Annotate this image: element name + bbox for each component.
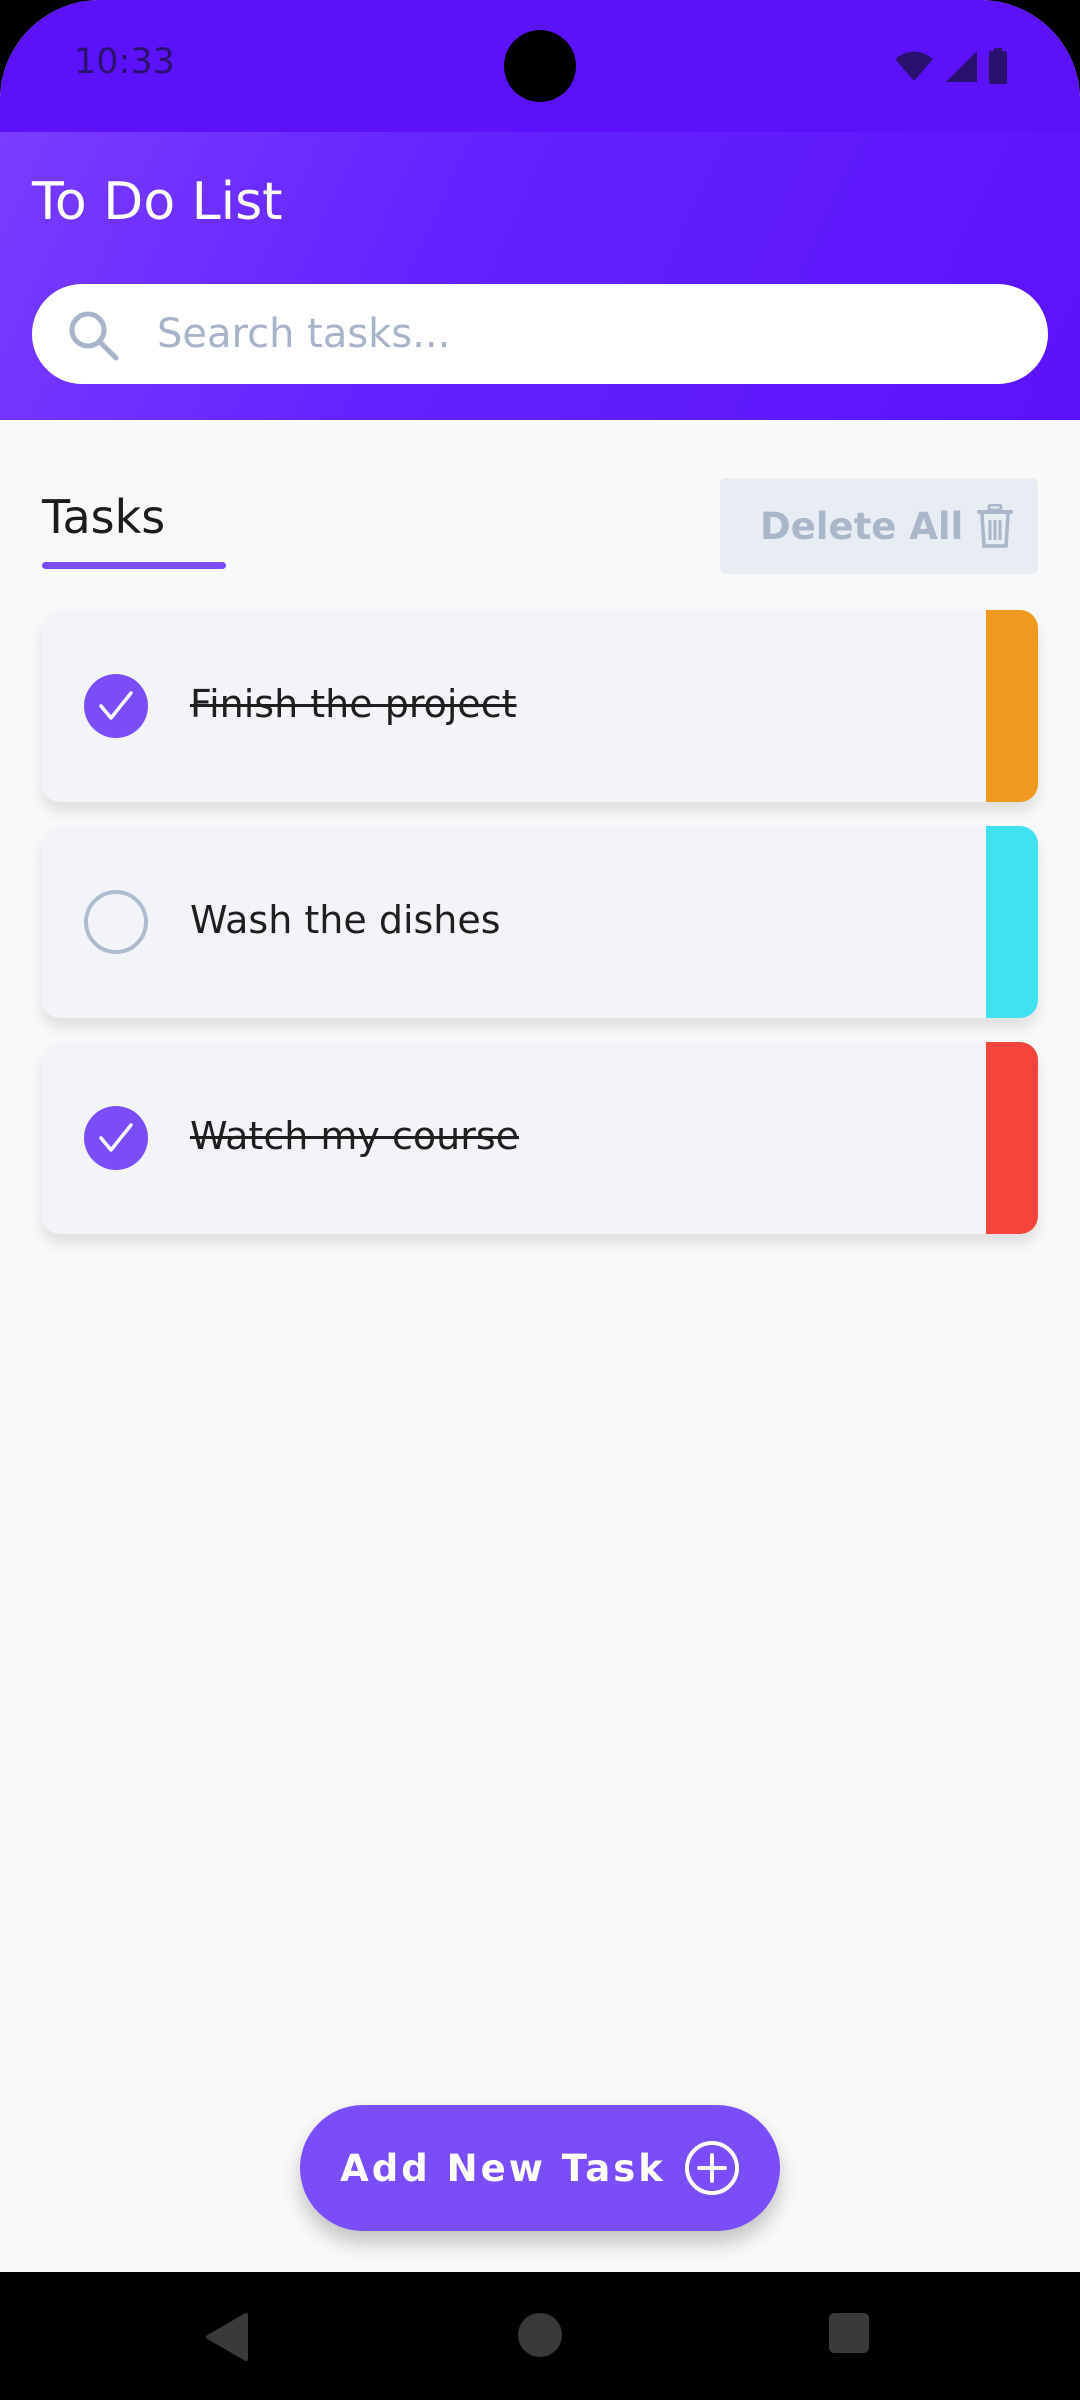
camera-cutout (504, 30, 576, 102)
task-item[interactable]: Watch my course (42, 1042, 1038, 1234)
task-list: Finish the project Wash the dishes Watch… (42, 610, 1038, 1258)
back-icon[interactable] (204, 2312, 250, 2362)
recents-icon[interactable] (828, 2312, 870, 2354)
home-icon[interactable] (517, 2312, 563, 2358)
search-bar[interactable] (32, 284, 1048, 384)
status-time: 10:33 (74, 42, 175, 82)
priority-indicator (986, 826, 1038, 1018)
plus-circle-icon (684, 2141, 739, 2195)
task-checkbox[interactable] (84, 1106, 148, 1170)
app-title: To Do List (32, 172, 283, 232)
wifi-icon (895, 51, 933, 81)
task-label: Wash the dishes (190, 898, 501, 942)
signal-icon (946, 51, 977, 82)
tab-active-indicator (42, 562, 226, 569)
search-icon (69, 311, 119, 361)
checkmark-icon (99, 1123, 133, 1152)
task-item[interactable]: Finish the project (42, 610, 1038, 802)
checkmark-icon (99, 691, 133, 720)
task-checkbox[interactable] (84, 674, 148, 738)
delete-all-button[interactable]: Delete All (720, 478, 1038, 574)
add-task-label: Add New Task (340, 2146, 666, 2190)
search-input[interactable] (157, 306, 1017, 362)
task-label: Finish the project (190, 682, 517, 726)
battery-icon (989, 48, 1007, 84)
add-task-button[interactable]: Add New Task (300, 2105, 780, 2231)
priority-indicator (986, 610, 1038, 802)
task-label: Watch my course (190, 1114, 519, 1158)
status-icons (894, 48, 1008, 84)
priority-indicator (986, 1042, 1038, 1234)
task-checkbox[interactable] (84, 890, 148, 954)
tab-tasks[interactable]: Tasks (42, 490, 165, 544)
task-item[interactable]: Wash the dishes (42, 826, 1038, 1018)
delete-all-label: Delete All (760, 504, 964, 548)
app-screen: 10:33 To Do List Tasks Delete (0, 0, 1080, 2272)
trash-icon (977, 504, 1014, 548)
app-header: To Do List (0, 132, 1080, 420)
status-bar: 10:33 (0, 0, 1080, 132)
system-nav-bar (0, 2272, 1080, 2400)
